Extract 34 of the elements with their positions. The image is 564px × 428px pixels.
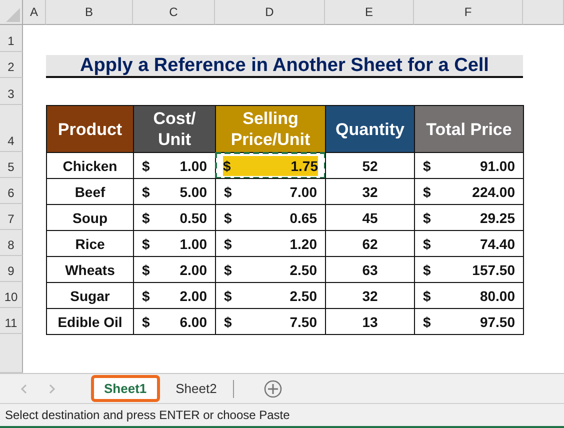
row-header[interactable]: 4: [0, 105, 23, 152]
table-cell: $ 97.50: [414, 308, 524, 335]
row-header[interactable]: 10: [0, 282, 23, 308]
sheet-tab[interactable]: Sheet1: [91, 375, 160, 402]
column-header[interactable]: F: [414, 0, 523, 25]
column-header[interactable]: A: [23, 0, 46, 25]
row-header[interactable]: 5: [0, 152, 23, 178]
row-header[interactable]: 11: [0, 308, 23, 334]
triangle-icon: [6, 8, 20, 22]
header-cell: Product: [46, 105, 134, 153]
header-cell: Selling Price/Unit: [215, 105, 326, 153]
row-header[interactable]: 3: [0, 78, 23, 105]
column-header[interactable]: B: [46, 0, 133, 25]
status-text: Select destination and press ENTER or choose Paste: [0, 403, 564, 428]
header-cell: Quantity: [325, 105, 415, 153]
table-cell: $ 1.75: [215, 152, 326, 179]
row-header[interactable]: 2: [0, 52, 23, 78]
row-header[interactable]: 7: [0, 204, 23, 230]
sheet-title: Apply a Reference in Another Sheet for a Cell: [46, 55, 523, 78]
header-cell: Cost/ Unit: [133, 105, 216, 153]
column-header[interactable]: C: [133, 0, 215, 25]
row-header[interactable]: 6: [0, 178, 23, 204]
scroll-right-icon[interactable]: [48, 384, 56, 394]
column-header[interactable]: E: [325, 0, 414, 25]
header-cell: Total Price: [414, 105, 524, 153]
row-header[interactable]: 1: [0, 25, 23, 52]
table-cell: Edible Oil: [46, 308, 134, 335]
scroll-left-icon[interactable]: [20, 384, 28, 394]
row-header[interactable]: 9: [0, 256, 23, 282]
select-all-button[interactable]: [0, 0, 23, 25]
column-header[interactable]: D: [215, 0, 325, 25]
row-header[interactable]: 8: [0, 230, 23, 256]
sheet-tab[interactable]: Sheet2: [168, 377, 225, 400]
add-sheet-icon[interactable]: [264, 380, 282, 398]
